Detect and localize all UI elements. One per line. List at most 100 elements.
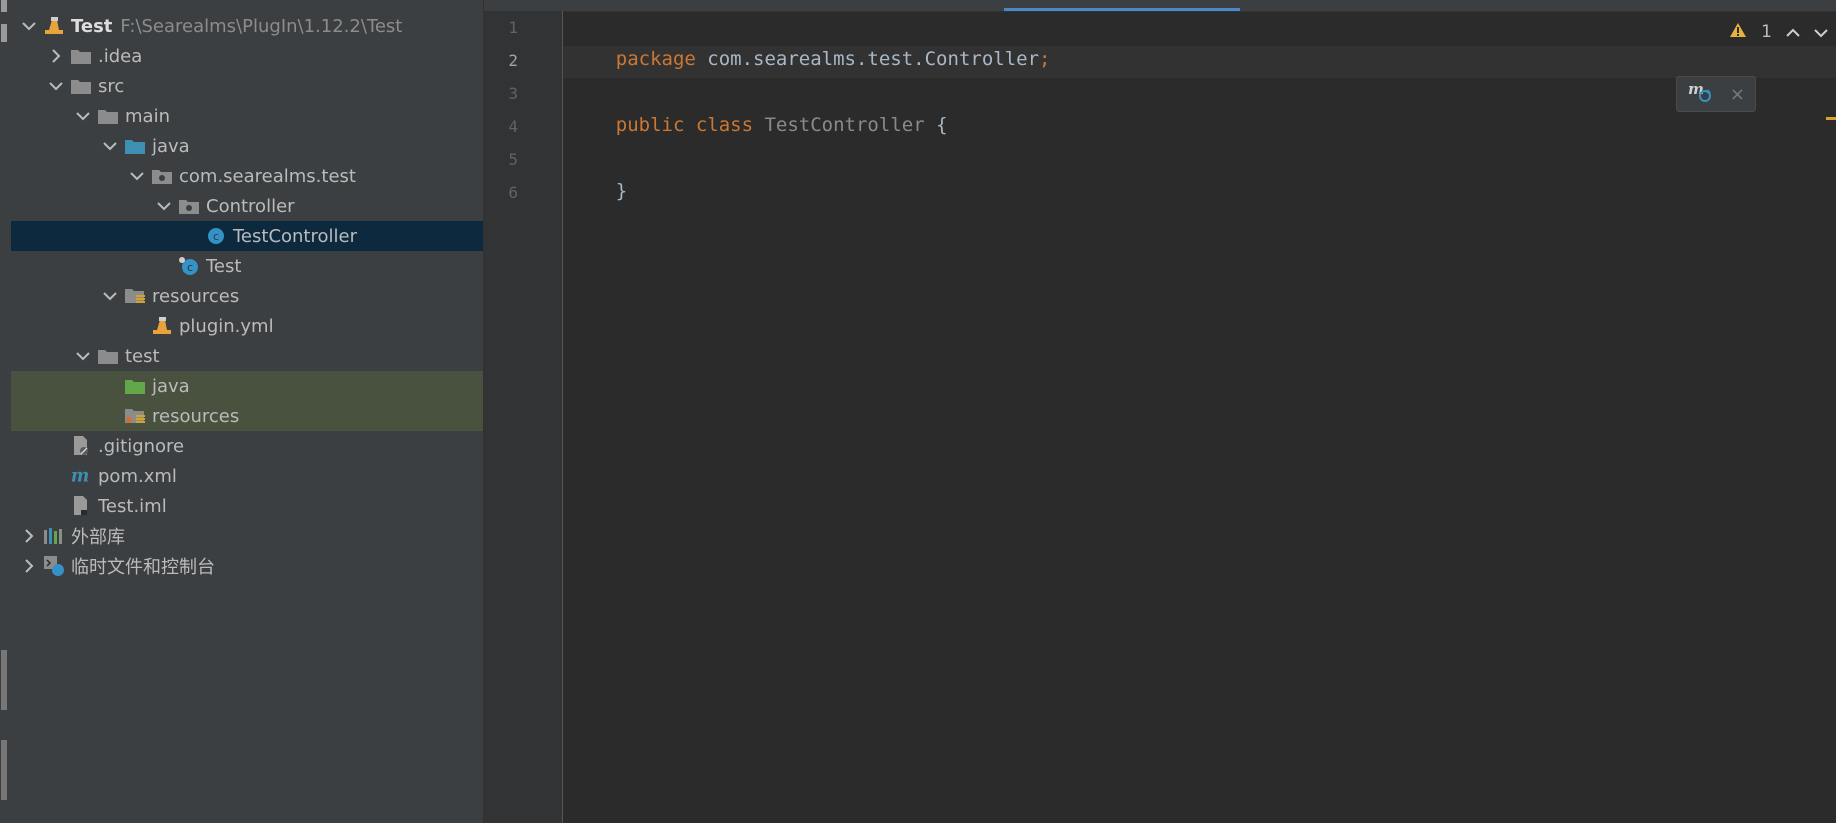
chevron-down-icon[interactable] (1814, 23, 1828, 42)
iml-file-icon (70, 496, 92, 516)
tool-window-button[interactable] (1, 0, 7, 12)
tree-row[interactable]: java (11, 371, 483, 401)
tree-row[interactable]: src (11, 71, 483, 101)
tree-row[interactable]: Test F:\Searealms\PlugIn\1.12.2\Test (11, 11, 483, 41)
chevron-down-icon[interactable] (48, 78, 64, 94)
line-number: 5 (508, 150, 518, 169)
tree-row[interactable]: resources (11, 401, 483, 431)
code-editor[interactable]: 1 2 3 4 5 6 package com.searealms.test.Contro… (484, 0, 1836, 823)
source-folder-icon (124, 136, 146, 156)
resources-folder-icon (124, 286, 146, 306)
tree-row-label: src (98, 75, 125, 97)
tree-row-label: resources (152, 285, 240, 307)
svg-text:m: m (1688, 81, 1704, 98)
package-icon (178, 196, 200, 216)
keyword-public-class: public class (615, 114, 754, 136)
chevron-down-icon[interactable] (21, 18, 37, 34)
tree-row-label: 外部库 (71, 527, 125, 548)
tree-row[interactable]: .idea (11, 41, 483, 71)
chevron-down-icon[interactable] (102, 288, 118, 304)
line-number: 1 (508, 18, 518, 37)
warning-marker[interactable] (1826, 117, 1836, 120)
tree-row[interactable]: Controller (11, 191, 483, 221)
line-number: 3 (508, 84, 518, 103)
tree-row-label: plugin.yml (179, 315, 274, 337)
tree-row[interactable]: c TestController (11, 221, 483, 251)
code-line-1[interactable]: package com.searealms.test.Controller; (570, 14, 1051, 70)
project-path: F:\Searealms\PlugIn\1.12.2\Test (120, 15, 403, 37)
svg-text:c: c (187, 261, 193, 274)
line-number: 6 (508, 183, 518, 202)
tree-row-label: TestController (233, 225, 357, 247)
chevron-right-icon[interactable] (48, 48, 64, 64)
svg-text:c: c (213, 230, 219, 243)
tree-row[interactable]: .gitignore (11, 431, 483, 461)
package-name: com.searealms.test.Controller (695, 48, 1040, 70)
tree-row-label: Test (206, 255, 242, 277)
code-line-5[interactable]: } (570, 146, 627, 202)
tree-row[interactable]: Test.iml (11, 491, 483, 521)
tree-row-label: pom.xml (98, 465, 177, 487)
tree-row[interactable]: c Test (11, 251, 483, 281)
keyword-package: package (615, 48, 696, 70)
folder-icon (70, 76, 92, 96)
line-number: 2 (508, 51, 518, 70)
tree-row[interactable]: plugin.yml (11, 311, 483, 341)
chevron-right-icon[interactable] (21, 558, 37, 574)
tree-row[interactable]: m pom.xml (11, 461, 483, 491)
inspection-widget[interactable]: 1 (1721, 20, 1836, 44)
java-main-class-icon: c (178, 256, 200, 276)
tree-row[interactable]: 临时文件和控制台 (11, 551, 483, 581)
tool-window-button[interactable] (1, 740, 7, 800)
tree-row-label: .idea (98, 45, 143, 67)
tool-window-button[interactable] (1, 650, 7, 710)
warning-icon (1729, 22, 1747, 42)
libraries-icon (43, 526, 65, 546)
test-source-folder-icon (124, 376, 146, 396)
code-line-3[interactable]: public class TestController { (570, 80, 948, 136)
chevron-up-icon[interactable] (1786, 23, 1800, 42)
tree-row-label: Test (71, 15, 113, 37)
chevron-down-icon[interactable] (75, 348, 91, 364)
tree-row-label: resources (152, 405, 240, 427)
tree-row[interactable]: resources (11, 281, 483, 311)
tree-row[interactable]: main (11, 101, 483, 131)
class-name: TestController (753, 114, 925, 136)
chevron-down-icon[interactable] (129, 168, 145, 184)
close-icon[interactable]: × (1730, 84, 1745, 105)
project-panel: Test F:\Searealms\PlugIn\1.12.2\Test .idea… (11, 0, 484, 823)
svg-text:m: m (71, 467, 89, 487)
tree-row-label: java (152, 135, 190, 157)
chevron-right-icon[interactable] (21, 528, 37, 544)
chevron-down-icon[interactable] (102, 138, 118, 154)
gitignore-file-icon (70, 436, 92, 456)
line-number: 4 (508, 117, 518, 136)
tree-row[interactable]: 外部库 (11, 521, 483, 551)
maven-reload-popup: m × (1676, 76, 1756, 112)
chevron-down-icon[interactable] (75, 108, 91, 124)
tree-row-label: java (152, 375, 190, 397)
folder-icon (97, 106, 119, 126)
tree-row-label: test (125, 345, 160, 367)
chevron-down-icon[interactable] (156, 198, 172, 214)
editor-tabs (484, 0, 1836, 12)
java-class-icon: c (205, 226, 227, 246)
tool-window-button[interactable] (1, 24, 7, 42)
tree-row[interactable]: com.searealms.test (11, 161, 483, 191)
tree-row-label: .gitignore (98, 435, 185, 457)
open-brace: { (924, 114, 948, 136)
active-tab-indicator[interactable] (1004, 8, 1240, 11)
close-brace: } (615, 180, 628, 202)
tree-row-label: Controller (206, 195, 295, 217)
tree-row[interactable]: test (11, 341, 483, 371)
tree-row-label: main (125, 105, 170, 127)
tree-row-label: com.searealms.test (179, 165, 356, 187)
line-number-gutter: 1 2 3 4 5 6 (484, 11, 563, 823)
plugin-yml-icon (151, 316, 173, 336)
maven-reload-icon[interactable]: m (1687, 80, 1713, 107)
folder-icon (70, 46, 92, 66)
tree-row[interactable]: java (11, 131, 483, 161)
folder-icon (97, 346, 119, 366)
test-resources-folder-icon (124, 406, 146, 426)
warning-count: 1 (1761, 22, 1772, 42)
